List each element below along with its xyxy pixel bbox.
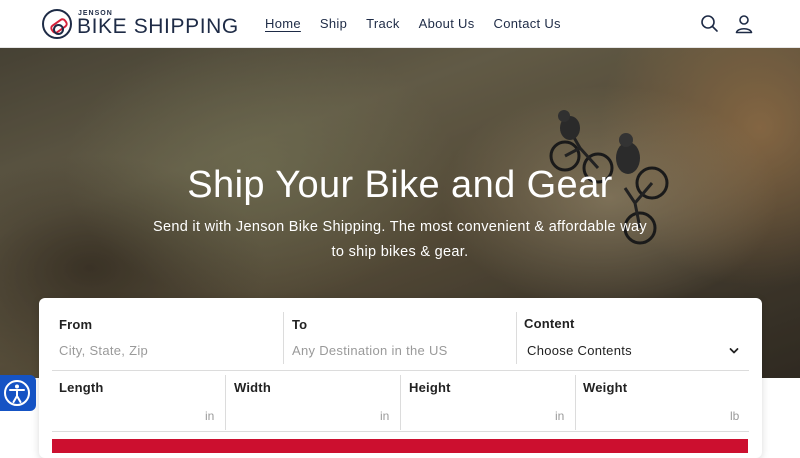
- hero-subtitle: Send it with Jenson Bike Shipping. The m…: [153, 219, 647, 260]
- weight-unit: lb: [730, 409, 740, 423]
- nav-ship[interactable]: Ship: [320, 16, 347, 34]
- jenson-bike-shipping-logo[interactable]: JENSON BIKE SHIPPING: [42, 9, 238, 41]
- height-input[interactable]: [401, 398, 575, 428]
- length-unit: in: [205, 409, 215, 423]
- weight-input[interactable]: [576, 398, 749, 428]
- content-label: Content: [524, 316, 575, 331]
- to-input[interactable]: Any Destination in the US: [292, 343, 448, 358]
- width-input[interactable]: [226, 398, 400, 428]
- length-label: Length: [59, 380, 104, 395]
- nav-track[interactable]: Track: [366, 16, 400, 34]
- from-input[interactable]: City, State, Zip: [59, 343, 148, 358]
- content-select-value: Choose Contents: [527, 343, 632, 358]
- chevron-down-icon: [729, 348, 739, 354]
- width-label: Width: [234, 380, 271, 395]
- divider: [52, 370, 749, 371]
- accessibility-icon: [4, 380, 30, 406]
- logo-mark-icon: [42, 9, 72, 39]
- account-button[interactable]: [733, 13, 755, 35]
- nav-home[interactable]: Home: [265, 16, 301, 34]
- hero-title: Ship Your Bike and Gear: [187, 164, 613, 206]
- nav-about-us[interactable]: About Us: [419, 16, 475, 34]
- weight-label: Weight: [583, 380, 628, 395]
- nav-contact-us[interactable]: Contact Us: [494, 16, 561, 34]
- content-select[interactable]: Choose Contents: [525, 336, 747, 366]
- account-icon: [735, 15, 753, 34]
- shipping-quote-form: From City, State, Zip To Any Destination…: [39, 298, 762, 458]
- divider: [516, 312, 517, 364]
- accessibility-button[interactable]: [0, 375, 36, 411]
- divider: [283, 312, 284, 364]
- site-header: JENSON BIKE SHIPPING Home Ship Track Abo…: [0, 0, 800, 48]
- divider: [52, 431, 749, 432]
- get-quote-button[interactable]: [52, 439, 748, 453]
- search-button[interactable]: [699, 13, 721, 35]
- to-label: To: [292, 317, 308, 332]
- height-unit: in: [555, 409, 565, 423]
- from-label: From: [59, 317, 93, 332]
- logo-big-text: BIKE SHIPPING: [77, 15, 239, 38]
- width-unit: in: [380, 409, 390, 423]
- main-nav: Home Ship Track About Us Contact Us: [265, 16, 580, 34]
- search-icon: [701, 15, 718, 32]
- height-label: Height: [409, 380, 451, 395]
- length-input[interactable]: [52, 398, 225, 428]
